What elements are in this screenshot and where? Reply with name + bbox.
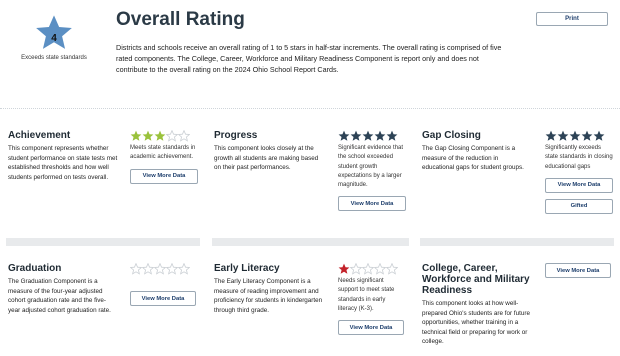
view-more-data-button[interactable]: View More Data [545, 177, 613, 193]
star-filled-icon [154, 130, 166, 141]
star-filled-icon [593, 130, 605, 141]
component-rating-gap-closing: Significantly exceeds state standards in… [545, 130, 613, 214]
star-filled-icon [545, 130, 557, 141]
component-title: Graduation [8, 263, 62, 274]
component-description: This component looks at how well-prepare… [422, 300, 530, 345]
star-filled-icon [338, 263, 350, 274]
row-separator [420, 238, 614, 246]
component-rating-achievement: Meets state standards in academic achiev… [130, 130, 198, 184]
component-card-gap-closing: Gap Closing The Gap Closing Component is … [422, 130, 532, 173]
star-empty-icon [142, 263, 154, 275]
component-card-early-literacy: Early Literacy The Early Literacy Compone… [214, 263, 326, 315]
view-more-data-button[interactable]: View More Data [338, 320, 404, 336]
star-filled-icon [350, 130, 362, 141]
overall-rating-label: Exceeds state standards [21, 55, 87, 61]
view-more-data-button[interactable]: View More Data [130, 291, 196, 306]
star-filled-icon [374, 130, 386, 141]
star-empty-icon [350, 263, 362, 275]
star-empty-icon [166, 263, 178, 275]
component-description: The Graduation Component is a measure of… [8, 278, 111, 314]
star-filled-icon [386, 130, 398, 141]
star-rating [338, 130, 406, 142]
page-title: Overall Rating [116, 9, 245, 30]
star-empty-icon [166, 130, 178, 142]
star-filled-icon [338, 130, 350, 141]
rating-text: Significant evidence that the school exc… [338, 145, 404, 189]
component-card-college-career: College, Career, Workforce and Military … [422, 263, 534, 347]
rating-text: Needs significant support to meet state … [338, 278, 395, 312]
view-more-data-button[interactable]: View More Data [338, 196, 406, 212]
component-description: The Early Literacy Component is a measur… [214, 278, 323, 314]
star-empty-icon [362, 263, 374, 275]
component-card-achievement: Achievement This component represents whe… [8, 130, 118, 182]
star-empty-icon [374, 263, 386, 275]
star-rating [130, 263, 196, 275]
star-filled-icon [130, 130, 142, 141]
rating-text: Meets state standards in academic achiev… [130, 145, 196, 161]
star-filled-icon [557, 130, 569, 141]
star-empty-icon [154, 263, 166, 275]
gifted-button[interactable]: Gifted [545, 198, 613, 214]
component-description: The Gap Closing Component is a measure o… [422, 145, 524, 171]
component-title: College, Career, Workforce and Military … [422, 263, 530, 296]
overall-rating-header: 4 Exceeds state standards Overall Rating… [0, 0, 620, 100]
component-rating-progress: Significant evidence that the school exc… [338, 130, 406, 212]
star-empty-icon [386, 263, 398, 275]
star-filled-icon [362, 130, 374, 141]
star-rating [338, 263, 404, 275]
view-more-data-button[interactable]: View More Data [545, 263, 611, 278]
component-title: Gap Closing [422, 130, 481, 141]
component-description: This component represents whether studen… [8, 145, 118, 181]
overall-rating-badge: 4 Exceeds state standards [6, 14, 102, 61]
star-empty-icon [178, 130, 190, 142]
star-filled-icon [569, 130, 581, 141]
view-more-data-button[interactable]: View More Data [130, 168, 198, 184]
star-empty-icon [130, 263, 142, 275]
component-title: Early Literacy [214, 263, 280, 274]
component-rating-early-literacy: Needs significant support to meet state … [338, 263, 404, 336]
rating-text: Significantly exceeds state standards in… [545, 145, 613, 170]
overall-rating-description: Districts and schools receive an overall… [116, 43, 502, 74]
component-title: Progress [214, 130, 258, 141]
component-rating-college-career: View More Data [545, 263, 611, 278]
star-filled-icon [581, 130, 593, 141]
component-rating-graduation: View More Data [130, 263, 196, 306]
row-separator [6, 238, 200, 246]
component-card-graduation: Graduation The Graduation Component is a … [8, 263, 118, 315]
star-rating [130, 130, 198, 142]
print-button[interactable]: Print [536, 12, 608, 26]
row-separator [212, 238, 409, 246]
component-card-progress: Progress This component looks closely at … [214, 130, 326, 173]
star-empty-icon [178, 263, 190, 275]
component-title: Achievement [8, 130, 71, 141]
section-divider [0, 108, 620, 109]
star-rating [545, 130, 613, 142]
star-filled-icon [142, 130, 154, 141]
overall-rating-value: 4 [51, 33, 57, 44]
component-description: This component looks closely at the grow… [214, 145, 319, 171]
